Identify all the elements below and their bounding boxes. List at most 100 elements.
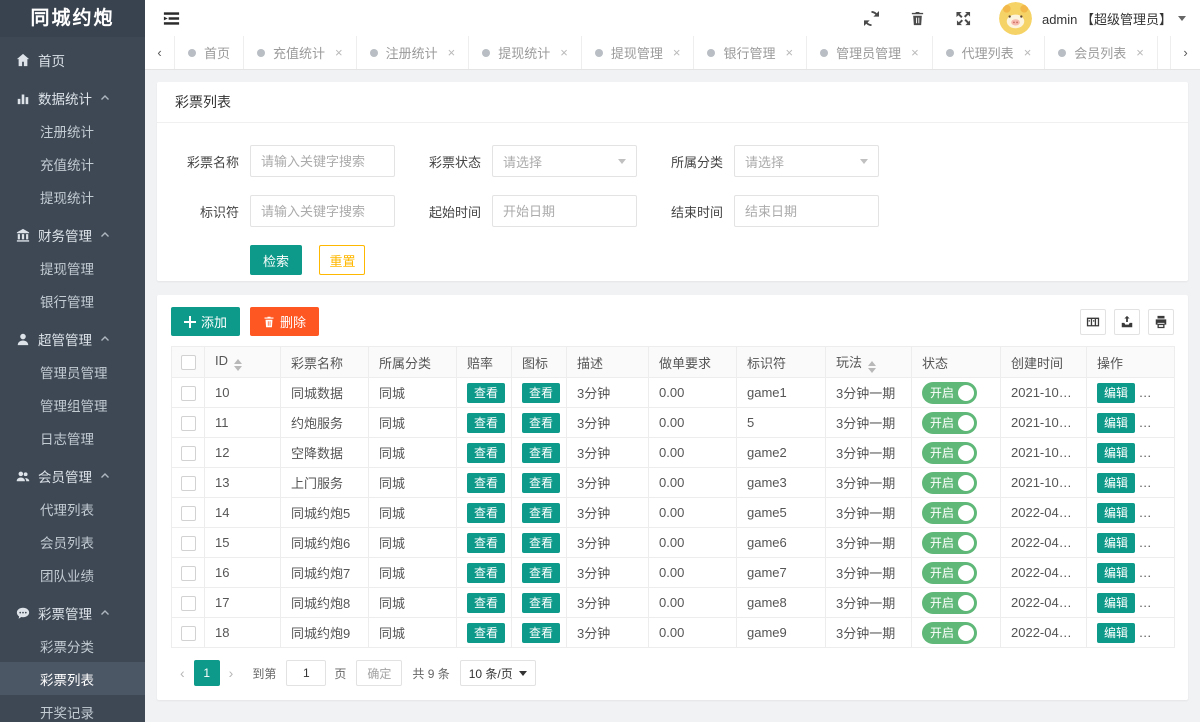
reset-button[interactable]: 重置 bbox=[319, 245, 365, 275]
status-toggle[interactable]: 开启 bbox=[922, 382, 977, 404]
edit-button[interactable]: 编辑 bbox=[1097, 443, 1135, 463]
status-toggle[interactable]: 开启 bbox=[922, 442, 977, 464]
page-next-icon[interactable]: › bbox=[220, 665, 243, 681]
sidebar-item-提现管理[interactable]: 提现管理 bbox=[0, 251, 145, 284]
view-odds-button[interactable]: 查看 bbox=[467, 623, 505, 643]
sidebar-group-4[interactable]: 会员管理 bbox=[0, 459, 145, 492]
trash-icon[interactable] bbox=[903, 3, 933, 33]
tab-close-icon[interactable]: × bbox=[1024, 46, 1032, 59]
view-odds-button[interactable]: 查看 bbox=[467, 413, 505, 433]
row-delete-button[interactable]: 删除 bbox=[1145, 473, 1175, 493]
sidebar-item-注册统计[interactable]: 注册统计 bbox=[0, 114, 145, 147]
tab-close-icon[interactable]: × bbox=[560, 46, 568, 59]
sidebar-item-提现统计[interactable]: 提现统计 bbox=[0, 180, 145, 213]
status-toggle[interactable]: 开启 bbox=[922, 622, 977, 644]
edit-button[interactable]: 编辑 bbox=[1097, 593, 1135, 613]
view-icon-button[interactable]: 查看 bbox=[522, 623, 560, 643]
menu-fold-icon[interactable] bbox=[159, 6, 183, 30]
sidebar-group-1[interactable]: 数据统计 bbox=[0, 81, 145, 114]
sidebar-group-2[interactable]: 财务管理 bbox=[0, 218, 145, 251]
view-odds-button[interactable]: 查看 bbox=[467, 443, 505, 463]
view-odds-button[interactable]: 查看 bbox=[467, 593, 505, 613]
status-toggle[interactable]: 开启 bbox=[922, 532, 977, 554]
标识符-input[interactable] bbox=[250, 195, 395, 227]
sidebar-item-会员列表[interactable]: 会员列表 bbox=[0, 525, 145, 558]
tab-注册统计[interactable]: 注册统计× bbox=[357, 36, 470, 69]
page-prev-icon[interactable]: ‹ bbox=[171, 665, 194, 681]
fullscreen-icon[interactable] bbox=[949, 3, 979, 33]
view-odds-button[interactable]: 查看 bbox=[467, 473, 505, 493]
search-button[interactable]: 检索 bbox=[250, 245, 302, 275]
tab-close-icon[interactable]: × bbox=[911, 46, 919, 59]
user-avatar[interactable] bbox=[999, 2, 1032, 35]
row-checkbox[interactable] bbox=[181, 386, 196, 401]
sort-icon[interactable] bbox=[234, 359, 242, 371]
edit-button[interactable]: 编辑 bbox=[1097, 413, 1135, 433]
edit-button[interactable]: 编辑 bbox=[1097, 533, 1135, 553]
tab-close-icon[interactable]: × bbox=[785, 46, 793, 59]
tab-close-icon[interactable]: × bbox=[448, 46, 456, 59]
row-delete-button[interactable]: 删除 bbox=[1145, 593, 1175, 613]
tab-会员列表[interactable]: 会员列表× bbox=[1045, 36, 1158, 69]
view-icon-button[interactable]: 查看 bbox=[522, 413, 560, 433]
起始时间-input[interactable] bbox=[492, 195, 637, 227]
view-odds-button[interactable]: 查看 bbox=[467, 533, 505, 553]
tab-close-icon[interactable]: × bbox=[335, 46, 343, 59]
edit-button[interactable]: 编辑 bbox=[1097, 503, 1135, 523]
row-delete-button[interactable]: 删除 bbox=[1145, 413, 1175, 433]
row-delete-button[interactable]: 删除 bbox=[1145, 503, 1175, 523]
view-icon-button[interactable]: 查看 bbox=[522, 563, 560, 583]
export-icon[interactable] bbox=[1114, 309, 1140, 335]
view-odds-button[interactable]: 查看 bbox=[467, 383, 505, 403]
sidebar-item-银行管理[interactable]: 银行管理 bbox=[0, 284, 145, 317]
goto-page-input[interactable] bbox=[286, 660, 326, 686]
row-checkbox[interactable] bbox=[181, 536, 196, 551]
sidebar-group-3[interactable]: 超管管理 bbox=[0, 322, 145, 355]
status-toggle[interactable]: 开启 bbox=[922, 592, 977, 614]
row-checkbox[interactable] bbox=[181, 596, 196, 611]
delete-button[interactable]: 删除 bbox=[250, 307, 319, 336]
edit-button[interactable]: 编辑 bbox=[1097, 383, 1135, 403]
view-icon-button[interactable]: 查看 bbox=[522, 443, 560, 463]
row-delete-button[interactable]: 删除 bbox=[1145, 533, 1175, 553]
refresh-icon[interactable] bbox=[857, 3, 887, 33]
tab-充值统计[interactable]: 充值统计× bbox=[244, 36, 357, 69]
sidebar-item-日志管理[interactable]: 日志管理 bbox=[0, 421, 145, 454]
view-odds-button[interactable]: 查看 bbox=[467, 563, 505, 583]
status-toggle[interactable]: 开启 bbox=[922, 562, 977, 584]
结束时间-input[interactable] bbox=[734, 195, 879, 227]
row-delete-button[interactable]: 删除 bbox=[1145, 383, 1175, 403]
status-toggle[interactable]: 开启 bbox=[922, 472, 977, 494]
tabs-scroll-right-icon[interactable]: › bbox=[1170, 36, 1200, 69]
row-checkbox[interactable] bbox=[181, 446, 196, 461]
tabs-scroll-left-icon[interactable]: ‹ bbox=[145, 36, 175, 69]
彩票状态-select[interactable]: 请选择 bbox=[492, 145, 637, 177]
sort-icon[interactable] bbox=[868, 361, 876, 373]
view-icon-button[interactable]: 查看 bbox=[522, 473, 560, 493]
sidebar-item-0[interactable]: 首页 bbox=[0, 43, 145, 76]
view-odds-button[interactable]: 查看 bbox=[467, 503, 505, 523]
columns-filter-icon[interactable] bbox=[1080, 309, 1106, 335]
view-icon-button[interactable]: 查看 bbox=[522, 593, 560, 613]
view-icon-button[interactable]: 查看 bbox=[522, 533, 560, 553]
goto-confirm-button[interactable]: 确定 bbox=[356, 660, 402, 686]
row-delete-button[interactable]: 删除 bbox=[1145, 623, 1175, 643]
row-checkbox[interactable] bbox=[181, 566, 196, 581]
sidebar-item-充值统计[interactable]: 充值统计 bbox=[0, 147, 145, 180]
tab-代理列表[interactable]: 代理列表× bbox=[933, 36, 1046, 69]
edit-button[interactable]: 编辑 bbox=[1097, 563, 1135, 583]
tab-彩票分类[interactable]: 彩票分类× bbox=[1158, 36, 1170, 69]
row-checkbox[interactable] bbox=[181, 416, 196, 431]
sidebar-group-5[interactable]: 彩票管理 bbox=[0, 596, 145, 629]
add-button[interactable]: 添加 bbox=[171, 307, 240, 336]
select-all-checkbox[interactable] bbox=[181, 355, 196, 370]
view-icon-button[interactable]: 查看 bbox=[522, 383, 560, 403]
sidebar-item-彩票分类[interactable]: 彩票分类 bbox=[0, 629, 145, 662]
所属分类-select[interactable]: 请选择 bbox=[734, 145, 879, 177]
row-checkbox[interactable] bbox=[181, 476, 196, 491]
print-icon[interactable] bbox=[1148, 309, 1174, 335]
edit-button[interactable]: 编辑 bbox=[1097, 623, 1135, 643]
status-toggle[interactable]: 开启 bbox=[922, 412, 977, 434]
sidebar-item-代理列表[interactable]: 代理列表 bbox=[0, 492, 145, 525]
彩票名称-input[interactable] bbox=[250, 145, 395, 177]
